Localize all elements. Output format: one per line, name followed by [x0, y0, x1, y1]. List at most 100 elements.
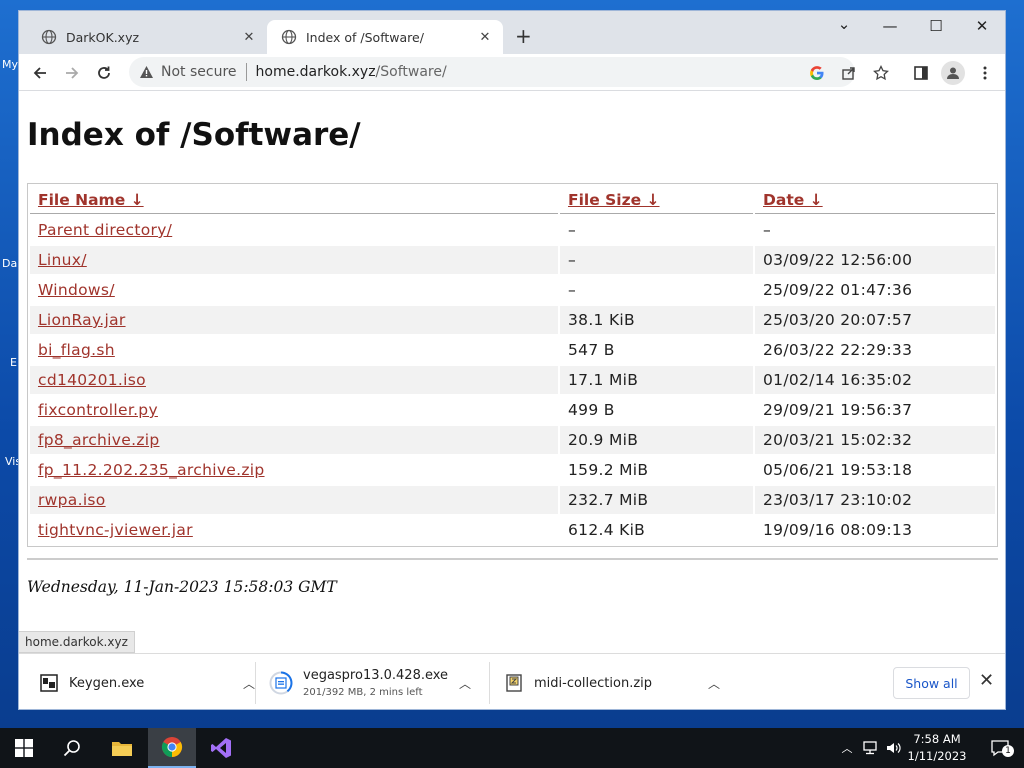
- back-button[interactable]: [28, 61, 52, 85]
- chevron-up-icon[interactable]: ︿: [459, 675, 471, 692]
- file-explorer-button[interactable]: [98, 728, 146, 768]
- file-link[interactable]: Parent directory/: [38, 221, 172, 239]
- more-vertical-icon: [983, 66, 987, 80]
- close-tab-icon[interactable]: ✕: [241, 30, 257, 45]
- network-icon[interactable]: [862, 741, 880, 755]
- taskbar: ︿ 7:58 AM 1/11/2023 1: [0, 728, 1024, 768]
- file-link[interactable]: fp_11.2.202.235_archive.zip: [38, 461, 265, 479]
- reload-icon: [98, 66, 110, 79]
- start-button[interactable]: [0, 728, 48, 768]
- chevron-up-icon[interactable]: ︿: [708, 675, 720, 692]
- download-filename: vegaspro13.0.428.exe: [303, 668, 449, 683]
- browser-window: DarkOK.xyz ✕ Index of /Software/ ✕ + ⌄ —…: [18, 10, 1006, 710]
- browser-toolbar: Not secure home.darkok.xyz/Software/: [19, 54, 1005, 91]
- file-name-cell: tightvnc-jviewer.jar: [30, 516, 558, 544]
- globe-icon: [281, 29, 297, 45]
- search-button[interactable]: [48, 728, 96, 768]
- page-content: Index of /Software/ File Name ↓ File Siz…: [19, 91, 1005, 651]
- folder-icon: [112, 742, 132, 756]
- download-item-midi[interactable]: midi-collection.zip ︿: [504, 662, 720, 704]
- reload-button[interactable]: [92, 61, 116, 85]
- chevron-up-icon[interactable]: ︿: [243, 675, 255, 692]
- notification-badge: 1: [1002, 745, 1014, 757]
- menu-button[interactable]: [973, 61, 997, 85]
- file-link[interactable]: Linux/: [38, 251, 87, 269]
- sort-by-name-link[interactable]: File Name ↓: [38, 191, 144, 209]
- volume-icon[interactable]: [885, 741, 903, 755]
- file-link[interactable]: cd140201.iso: [38, 371, 146, 389]
- sort-by-date-link[interactable]: Date ↓: [763, 191, 823, 209]
- search-icon: [63, 740, 80, 757]
- bookmark-button[interactable]: [869, 61, 893, 85]
- file-link[interactable]: bi_flag.sh: [38, 341, 115, 359]
- desktop-icon-label[interactable]: Da: [2, 257, 17, 270]
- google-lens-button[interactable]: [805, 61, 829, 85]
- close-window-button[interactable]: ✕: [967, 17, 997, 35]
- file-link[interactable]: fixcontroller.py: [38, 401, 158, 419]
- file-name-cell: fp_11.2.202.235_archive.zip: [30, 456, 558, 484]
- windows-icon: [15, 739, 33, 757]
- download-filename: Keygen.exe: [69, 675, 145, 691]
- side-panel-button[interactable]: [909, 61, 933, 85]
- file-date-cell: 25/09/22 01:47:36: [763, 281, 913, 299]
- file-date-cell: 26/03/22 22:29:33: [763, 341, 913, 359]
- visual-studio-button[interactable]: [197, 728, 245, 768]
- file-size-cell: 38.1 KiB: [560, 306, 753, 334]
- download-item-vegaspro[interactable]: vegaspro13.0.428.exe 201/392 MB, 2 mins …: [269, 662, 479, 704]
- file-link[interactable]: rwpa.iso: [38, 491, 106, 509]
- file-size-cell: 612.4 KiB: [568, 521, 646, 539]
- header-file-name[interactable]: File Name ↓: [30, 186, 558, 214]
- address-bar[interactable]: Not secure home.darkok.xyz/Software/: [129, 57, 855, 87]
- notification-center-button[interactable]: 1: [976, 728, 1024, 768]
- file-name-cell: rwpa.iso: [30, 486, 558, 514]
- desktop-icon-label[interactable]: My: [2, 58, 18, 71]
- chevron-up-icon[interactable]: ︿: [838, 740, 856, 756]
- share-button[interactable]: [837, 61, 861, 85]
- profile-button[interactable]: [941, 61, 965, 85]
- address-divider: [245, 63, 247, 81]
- sort-by-size-link[interactable]: File Size ↓: [568, 191, 660, 209]
- file-link[interactable]: fp8_archive.zip: [38, 431, 160, 449]
- file-size-cell: 547 B: [568, 341, 615, 359]
- desktop-icon-label[interactable]: E: [10, 356, 17, 369]
- file-date-cell: 03/09/22 12:56:00: [755, 246, 995, 274]
- system-clock[interactable]: 7:58 AM 1/11/2023: [904, 731, 970, 765]
- tab-darkok[interactable]: DarkOK.xyz ✕: [27, 20, 267, 54]
- file-table-body: Parent directory/– – Linux/–03/09/22 12:56…: [30, 216, 995, 544]
- file-size-cell: –: [568, 221, 577, 239]
- warning-icon[interactable]: [139, 65, 154, 79]
- tab-index-software[interactable]: Index of /Software/ ✕: [267, 20, 503, 54]
- maximize-button[interactable]: ☐: [921, 17, 951, 35]
- header-file-size[interactable]: File Size ↓: [560, 186, 753, 214]
- table-row: Windows/ – 25/09/22 01:47:36: [30, 276, 995, 304]
- download-progress-icon: [269, 671, 293, 695]
- file-name-cell: bi_flag.sh: [30, 336, 558, 364]
- close-tab-icon[interactable]: ✕: [477, 30, 493, 45]
- file-size-cell: 17.1 MiB: [560, 366, 753, 394]
- file-link[interactable]: LionRay.jar: [38, 311, 126, 329]
- download-item-keygen[interactable]: Keygen.exe ︿: [39, 662, 255, 704]
- download-separator: [255, 662, 256, 704]
- forward-button[interactable]: [60, 61, 84, 85]
- not-secure-label[interactable]: Not secure: [161, 64, 237, 80]
- download-filename: midi-collection.zip: [534, 675, 653, 691]
- show-all-button[interactable]: Show all: [893, 667, 970, 699]
- file-date-cell: 01/02/14 16:35:02: [755, 366, 995, 394]
- arrow-left-icon: [33, 67, 46, 79]
- file-link[interactable]: tightvnc-jviewer.jar: [38, 521, 193, 539]
- file-name-cell: LionRay.jar: [30, 306, 558, 334]
- tab-search-icon[interactable]: ⌄: [829, 15, 859, 33]
- file-name-cell: fp8_archive.zip: [30, 426, 558, 454]
- close-download-bar-icon[interactable]: ✕: [979, 670, 994, 691]
- chrome-button[interactable]: [148, 728, 196, 768]
- download-progress-text: 201/392 MB, 2 mins left: [303, 687, 423, 698]
- file-link[interactable]: Windows/: [38, 281, 115, 299]
- new-tab-button[interactable]: +: [515, 24, 532, 48]
- page-title: Index of /Software/: [27, 117, 361, 153]
- header-date[interactable]: Date ↓: [755, 186, 995, 214]
- file-name-cell: Windows/: [30, 276, 558, 304]
- minimize-button[interactable]: —: [875, 17, 905, 35]
- file-size-cell: 20.9 MiB: [560, 426, 753, 454]
- google-icon: [810, 66, 824, 81]
- clock-date: 1/11/2023: [907, 749, 967, 763]
